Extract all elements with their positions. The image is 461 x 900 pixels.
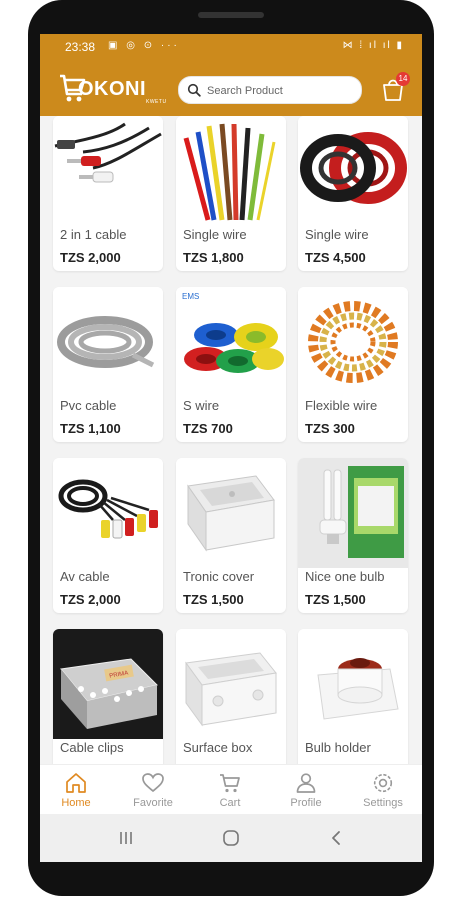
product-card[interactable]: PRIMA Cable clips (53, 629, 163, 764)
phone-speaker (198, 12, 264, 18)
product-name: Single wire (305, 227, 369, 242)
product-name: Nice one bulb (305, 569, 385, 584)
product-card[interactable]: Pvc cable TZS 1,100 (53, 287, 163, 442)
product-image-pvc-cable (53, 287, 163, 397)
product-price: TZS 1,800 (183, 250, 244, 265)
logo-subtext: KWETU (146, 99, 167, 105)
product-card[interactable]: Av cable TZS 2,000 (53, 458, 163, 613)
product-grid: 2 in 1 cable TZS 2,000 Single wire TZS 1… (40, 116, 422, 764)
home-icon (66, 773, 86, 793)
status-time: 23:38 (65, 40, 96, 54)
product-price: TZS 2,000 (60, 250, 121, 265)
nav-home[interactable]: Home (41, 769, 111, 813)
home-button-icon[interactable] (221, 828, 241, 848)
nav-favorite[interactable]: Favorite (118, 769, 188, 813)
product-card[interactable]: Single wire TZS 4,500 (298, 116, 408, 271)
app-screen: 23:38 ▣ ◎ ⊙ ··· ⋈ ⁞ ıl ıl ▮ OKONI KWETU (40, 34, 422, 862)
product-card[interactable]: Flexible wire TZS 300 (298, 287, 408, 442)
product-name: Pvc cable (60, 398, 117, 413)
product-name: Surface box (183, 740, 253, 755)
heart-icon (142, 773, 164, 793)
status-system-icons: ⋈ ⁞ ıl ıl ▮ (342, 40, 404, 51)
product-image-single-wire (176, 116, 286, 226)
product-image-cable-clips: PRIMA (53, 629, 163, 739)
nav-cart[interactable]: Cart (195, 769, 265, 813)
search-input[interactable] (205, 81, 359, 101)
product-image-single-wire-coil (298, 116, 408, 226)
back-icon[interactable] (328, 829, 346, 847)
product-name: Av cable (60, 569, 110, 584)
product-image-2in1-cable (53, 116, 163, 226)
product-name: Tronic cover (183, 569, 255, 584)
cart-button[interactable]: 14 (378, 72, 410, 104)
product-image-tronic-cover (176, 458, 286, 568)
product-price: TZS 1,500 (183, 592, 244, 607)
product-name: S wire (183, 398, 220, 413)
logo-text: OKONI (78, 78, 147, 100)
product-image-bulb-holder (298, 629, 408, 739)
product-name: Single wire (183, 227, 247, 242)
nav-profile[interactable]: Profile (271, 769, 341, 813)
product-image-av-cable (53, 458, 163, 568)
product-card[interactable]: Nice one bulb TZS 1,500 (298, 458, 408, 613)
product-image-flexible-wire (298, 287, 408, 397)
profile-icon (296, 773, 316, 793)
product-price: TZS 700 (183, 421, 233, 436)
product-card[interactable]: 2 in 1 cable TZS 2,000 (53, 116, 163, 271)
product-card[interactable]: Single wire TZS 1,800 (176, 116, 286, 271)
product-image-s-wire: EMS (176, 287, 286, 397)
search-icon (187, 83, 201, 97)
product-name: Bulb holder (305, 740, 371, 755)
nav-label: Settings (363, 797, 403, 809)
status-bar: 23:38 ▣ ◎ ⊙ ··· ⋈ ⁞ ıl ıl ▮ (40, 34, 422, 60)
system-navigation-bar (40, 814, 422, 862)
bottom-navigation: Home Favorite Cart Profile Settings (40, 764, 422, 815)
svg-text:EMS: EMS (182, 292, 199, 301)
cart-icon (220, 774, 240, 793)
nav-label: Home (61, 797, 91, 809)
nav-label: Profile (290, 797, 322, 809)
product-card[interactable]: Surface box (176, 629, 286, 764)
app-logo[interactable]: OKONI KWETU (58, 70, 174, 106)
nav-label: Favorite (133, 797, 173, 809)
product-name: Flexible wire (305, 398, 378, 413)
product-image-nice-one-bulb (298, 458, 408, 568)
product-price: TZS 4,500 (305, 250, 366, 265)
settings-icon (373, 773, 393, 793)
phone-frame: 23:38 ▣ ◎ ⊙ ··· ⋈ ⁞ ıl ıl ▮ OKONI KWETU (28, 0, 434, 896)
product-image-surface-box (176, 629, 286, 739)
cart-badge: 14 (396, 72, 410, 86)
product-card[interactable]: Tronic cover TZS 1,500 (176, 458, 286, 613)
product-card[interactable]: EMS S wire TZS 700 (176, 287, 286, 442)
product-price: TZS 300 (305, 421, 355, 436)
product-price: TZS 1,500 (305, 592, 366, 607)
nav-label: Cart (219, 797, 241, 809)
product-price: TZS 2,000 (60, 592, 121, 607)
app-header: 23:38 ▣ ◎ ⊙ ··· ⋈ ⁞ ıl ıl ▮ OKONI KWETU (40, 34, 422, 116)
product-name: Cable clips (60, 740, 124, 755)
nav-settings[interactable]: Settings (348, 769, 418, 813)
search-bar[interactable] (178, 76, 362, 104)
status-notification-icons: ▣ ◎ ⊙ ··· (108, 40, 180, 51)
product-card[interactable]: Bulb holder (298, 629, 408, 764)
product-name: 2 in 1 cable (60, 227, 127, 242)
product-price: TZS 1,100 (60, 421, 121, 436)
recent-apps-icon[interactable] (117, 829, 135, 847)
